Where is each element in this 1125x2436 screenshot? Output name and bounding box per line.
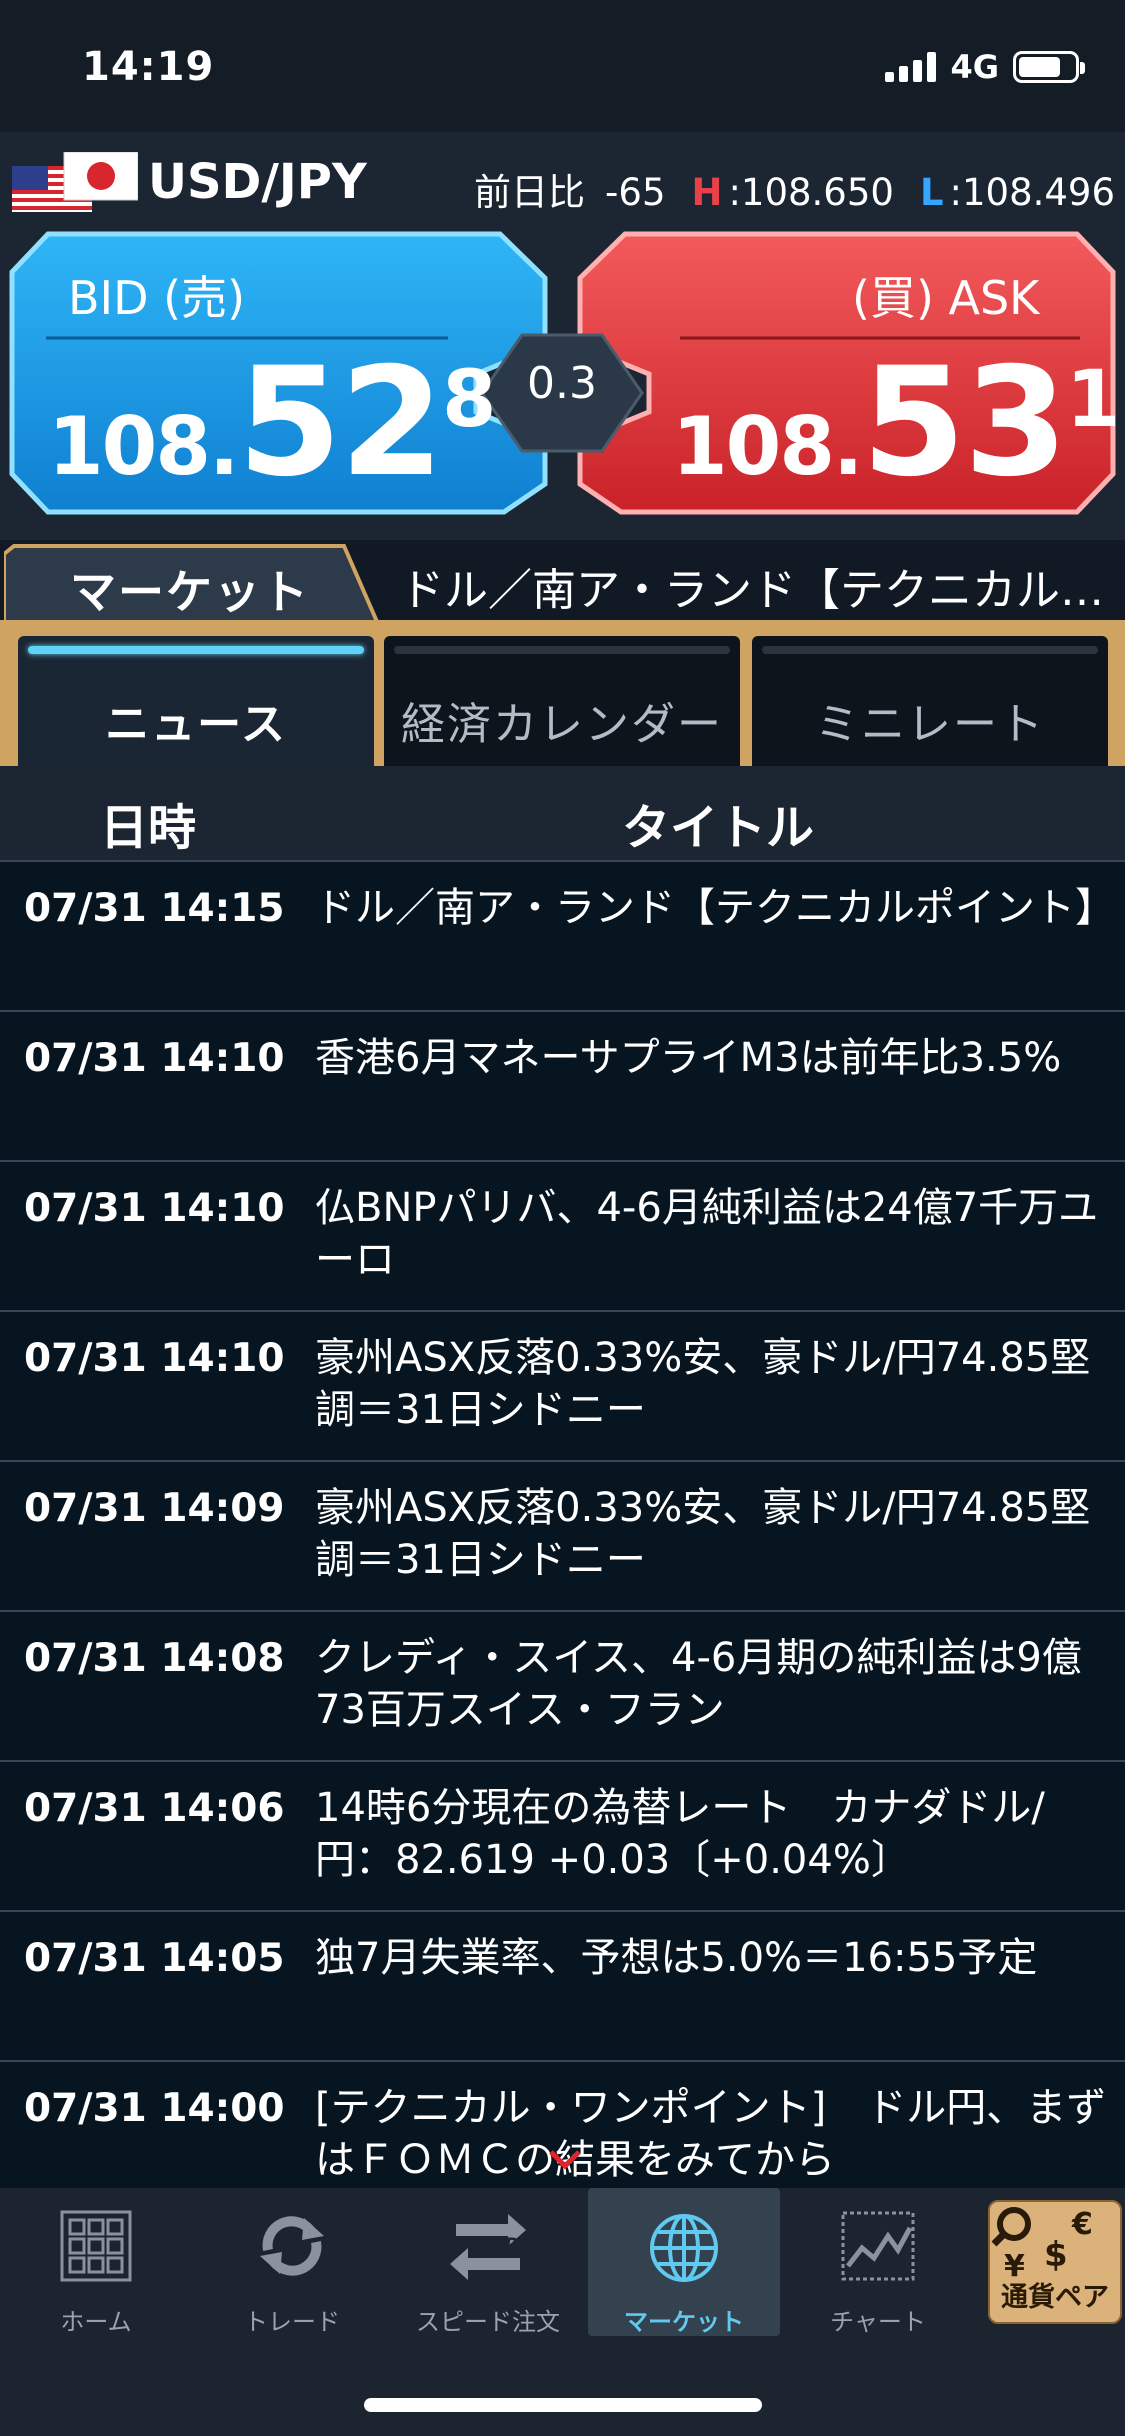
- pair-stats: 前日比 -65 H:108.650 L:108.496: [474, 162, 1115, 216]
- ask-price-prefix: 108.: [672, 400, 863, 493]
- low-label: L: [919, 171, 944, 214]
- nav-speed-order[interactable]: SPEED スピード注文: [392, 2188, 584, 2336]
- grid-icon: [60, 2210, 132, 2282]
- news-title: [テクニカル・ワンポイント] ドル円、まずはＦＯＭＣの結果をみてから: [315, 2085, 1107, 2183]
- speed-icon: SPEED: [450, 2214, 526, 2280]
- news-row[interactable]: 07/31 14:08 クレディ・スイス、4-6月期の純利益は9億73百万スイス…: [0, 1612, 1125, 1762]
- news-list[interactable]: 07/31 14:15 ドル／南ア・ランド【テクニカルポイント】 07/31 1…: [0, 862, 1125, 2188]
- svg-text:€: €: [1071, 2207, 1093, 2242]
- nav-home-label: ホーム: [60, 2308, 132, 2336]
- news-title: 香港6月マネーサプライM3は前年比3.5%: [315, 1035, 1062, 1081]
- news-time: 07/31 14:10: [24, 1336, 285, 1381]
- news-time: 07/31 14:00: [24, 2086, 285, 2131]
- bid-price-prefix: 108.: [48, 400, 239, 493]
- signal-icon: [885, 52, 937, 82]
- news-title: ドル／南ア・ランド【テクニカルポイント】: [315, 885, 1115, 931]
- bid-price-pip: 8: [442, 355, 496, 445]
- us-jp-flag-icon: [12, 152, 138, 212]
- column-title: タイトル: [622, 800, 815, 856]
- subtab-mini-rate[interactable]: ミニレート: [752, 636, 1108, 766]
- nav-market-label: マーケット: [624, 2308, 744, 2336]
- news-time: 07/31 14:15: [24, 886, 285, 931]
- news-row[interactable]: 07/31 14:10 仏BNPパリバ、4-6月純利益は24億7千万ユーロ: [0, 1162, 1125, 1312]
- high-value: :108.650: [728, 171, 894, 214]
- quote-panel: BID (売) 108.528 0.3 (買) ASK 108.531: [0, 230, 1125, 540]
- pair-header[interactable]: USD/JPY 前日比 -65 H:108.650 L:108.496: [0, 132, 1125, 230]
- news-row[interactable]: 07/31 14:10 豪州ASX反落0.33%安、豪ドル/円74.85堅調＝3…: [0, 1312, 1125, 1462]
- subtab-indicator: [394, 646, 730, 654]
- pair-name: USD/JPY: [148, 154, 367, 210]
- subtab-news[interactable]: ニュース: [18, 636, 374, 766]
- subtab-minirate-label: ミニレート: [815, 699, 1045, 750]
- nav-market[interactable]: マーケット: [588, 2188, 780, 2336]
- subtab-calendar-label: 経済カレンダー: [401, 699, 723, 750]
- news-time: 07/31 14:05: [24, 1936, 285, 1981]
- status-indicators: 4G: [885, 48, 1085, 86]
- news-time: 07/31 14:10: [24, 1036, 285, 1081]
- news-title: クレディ・スイス、4-6月期の純利益は9億73百万スイス・フラン: [315, 1635, 1082, 1733]
- nav-chart[interactable]: チャート: [782, 2188, 974, 2336]
- nav-home[interactable]: ホーム: [0, 2188, 192, 2336]
- news-time: 07/31 14:06: [24, 1786, 285, 1831]
- ask-price-big: 53: [861, 336, 1068, 510]
- news-row[interactable]: 07/31 14:10 香港6月マネーサプライM3は前年比3.5%: [0, 1012, 1125, 1162]
- news-column-header: 日時 タイトル: [0, 766, 1125, 862]
- spread-value: 0.3: [527, 358, 597, 409]
- tab-market[interactable]: マーケット: [30, 556, 350, 622]
- currency-pair-label: 通貨ペア: [1001, 2282, 1109, 2313]
- news-row[interactable]: 07/31 14:05 独7月失業率、予想は5.0%＝16:55予定: [0, 1912, 1125, 2062]
- low-value: :108.496: [949, 171, 1115, 214]
- news-title: 豪州ASX反落0.33%安、豪ドル/円74.85堅調＝31日シドニー: [315, 1485, 1091, 1583]
- globe-icon: [650, 2214, 718, 2282]
- scroll-chevron-icon: [549, 2150, 581, 2170]
- news-title: 豪州ASX反落0.33%安、豪ドル/円74.85堅調＝31日シドニー: [315, 1335, 1091, 1433]
- news-title: 仏BNPパリバ、4-6月純利益は24億7千万ユーロ: [315, 1185, 1099, 1283]
- news-row[interactable]: 07/31 14:09 豪州ASX反落0.33%安、豪ドル/円74.85堅調＝3…: [0, 1462, 1125, 1612]
- news-time: 07/31 14:09: [24, 1486, 285, 1531]
- news-time: 07/31 14:10: [24, 1186, 285, 1231]
- svg-text:$: $: [1044, 2235, 1068, 2275]
- bid-price[interactable]: 108.528: [48, 336, 496, 510]
- chart-icon: [841, 2211, 915, 2281]
- high-label: H: [691, 171, 723, 214]
- home-indicator[interactable]: [364, 2398, 762, 2412]
- market-tab-row: マーケット ドル／南ア・ランド【テクニカルポイント】: [0, 540, 1125, 624]
- nav-trade-label: トレード: [244, 2308, 340, 2336]
- nav-chart-label: チャート: [830, 2308, 926, 2336]
- bid-label: BID (売): [68, 271, 246, 325]
- subtab-economic-calendar[interactable]: 経済カレンダー: [384, 636, 740, 766]
- subtab-indicator: [28, 646, 364, 654]
- subtab-news-label: ニュース: [105, 699, 287, 750]
- change-label: 前日比: [474, 171, 586, 214]
- network-type: 4G: [950, 48, 999, 86]
- subtab-indicator: [762, 646, 1098, 654]
- news-row[interactable]: 07/31 14:15 ドル／南ア・ランド【テクニカルポイント】: [0, 862, 1125, 1012]
- currency-pair-button[interactable]: € ¥ $ 通貨ペア: [988, 2200, 1122, 2324]
- ask-price[interactable]: 108.531: [672, 336, 1120, 510]
- status-bar: 14:19 4G: [0, 0, 1125, 132]
- nav-speed-label: スピード注文: [416, 2308, 560, 2336]
- refresh-icon: [260, 2216, 324, 2276]
- bid-price-big: 52: [237, 336, 444, 510]
- battery-icon: [1013, 51, 1085, 83]
- news-title: 独7月失業率、予想は5.0%＝16:55予定: [315, 1935, 1038, 1981]
- ask-label: (買) ASK: [852, 271, 1040, 325]
- subtab-bar: ニュース 経済カレンダー ミニレート: [0, 626, 1125, 766]
- nav-trade[interactable]: トレード: [196, 2188, 388, 2336]
- news-row[interactable]: 07/31 14:06 14時6分現在の為替レート カナダドル/円：82.619…: [0, 1762, 1125, 1912]
- news-time: 07/31 14:08: [24, 1636, 285, 1681]
- news-ticker[interactable]: ドル／南ア・ランド【テクニカルポイント】: [400, 554, 1118, 618]
- change-value: -65: [605, 171, 666, 214]
- column-datetime: 日時: [100, 800, 197, 856]
- status-time: 14:19: [82, 44, 215, 90]
- ask-price-pip: 1: [1066, 355, 1120, 445]
- news-title: 14時6分現在の為替レート カナダドル/円：82.619 +0.03〔+0.04…: [315, 1785, 1045, 1883]
